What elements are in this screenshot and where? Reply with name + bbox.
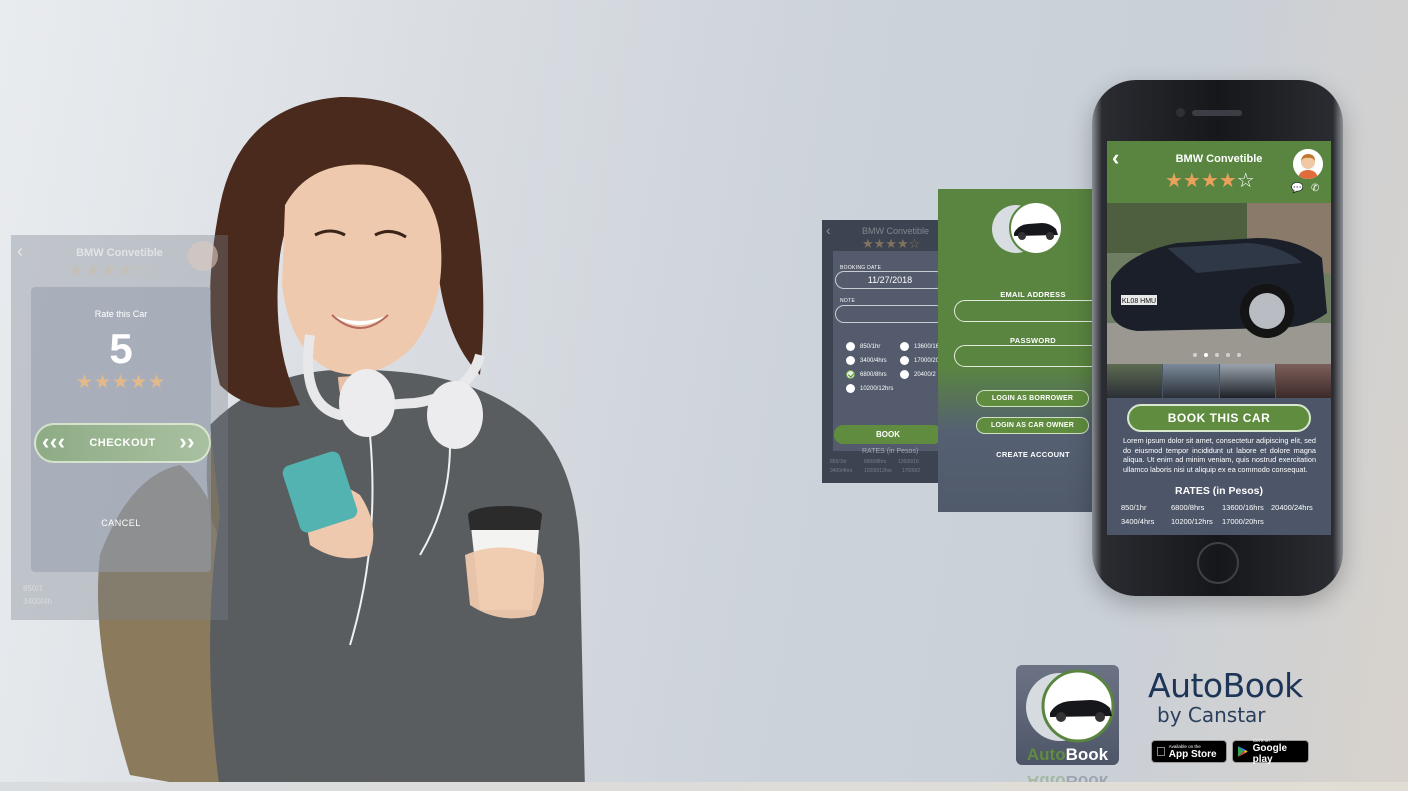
bottom-band: [0, 782, 1408, 791]
avatar: [188, 241, 218, 271]
ghost-rate-text: 17000/2: [902, 468, 921, 474]
star-empty-icon: ☆: [1236, 170, 1255, 192]
radio-button[interactable]: [846, 384, 855, 393]
rates-title: RATES (in Pesos): [1175, 485, 1263, 497]
rate-value: 6800/8hrs: [1171, 503, 1205, 512]
thumbnail[interactable]: [1163, 364, 1219, 398]
cancel-button[interactable]: CANCEL: [31, 518, 211, 528]
rate-screen-stars: ★★★★☆: [69, 261, 151, 280]
apple-icon: : [1156, 744, 1166, 759]
ghost-rate-text: 6800/8hrs: [864, 459, 887, 465]
carousel-dot[interactable]: [1226, 353, 1230, 357]
rate-dialog-title: Rate this Car: [94, 309, 148, 319]
rate-option[interactable]: 850/1hr: [846, 342, 880, 351]
ghost-rate-text: 10200/12hrs: [864, 468, 892, 474]
carousel-dot[interactable]: [1237, 353, 1241, 357]
rate-option[interactable]: 17000/20: [900, 356, 939, 365]
radio-button[interactable]: [900, 370, 909, 379]
rate-dialog: Rate this Car 5 ★★★★★ ‹‹‹ CHECKOUT ›› CA…: [31, 287, 211, 572]
star-filled-icon: ★★★★: [1165, 170, 1237, 192]
checkout-label: CHECKOUT: [89, 437, 156, 449]
radio-button[interactable]: [846, 356, 855, 365]
chat-icon[interactable]: 💬: [1291, 183, 1303, 194]
phone-icon[interactable]: ✆: [1311, 183, 1319, 194]
thumbnail[interactable]: [1275, 364, 1331, 398]
google-play-icon: [1237, 746, 1248, 757]
car-description: Lorem ipsum dolor sit amet, consectetur …: [1123, 436, 1316, 474]
back-icon[interactable]: ‹: [826, 222, 831, 238]
thumbnail[interactable]: [1107, 364, 1163, 398]
google-play-badge[interactable]: Get it on Google play: [1232, 738, 1309, 765]
rate-value: 3400/4hrs: [1121, 517, 1155, 526]
rates-label: RATES (in Pesos): [862, 448, 919, 455]
booking-form: BOOKING DATE 11/27/2018 NOTE 850/1hr 340…: [833, 251, 942, 451]
rate-car-screen: ‹ BMW Convetible ★★★★☆ Rate this Car 5 ★…: [11, 235, 228, 620]
booking-date-field[interactable]: 11/27/2018: [835, 271, 942, 289]
ghost-rate-text: 13600/16: [898, 459, 919, 465]
ghost-rate-text: 850/1: [23, 584, 44, 593]
login-borrower-button[interactable]: LOGIN AS BORROWER: [976, 390, 1089, 407]
note-label: NOTE: [840, 298, 856, 304]
autobook-app-icon: AutoBook: [1016, 665, 1119, 765]
rate-option[interactable]: 10200/12hrs: [846, 384, 893, 393]
radio-button[interactable]: [900, 356, 909, 365]
owner-avatar[interactable]: [1293, 149, 1323, 179]
email-field[interactable]: [954, 300, 1094, 322]
rate-option[interactable]: 3400/4hrs: [846, 356, 887, 365]
app-store-badge[interactable]:  Available on theApp Store: [1151, 740, 1227, 763]
home-button[interactable]: [1197, 542, 1239, 584]
rate-value: 13600/16hrs: [1222, 503, 1264, 512]
email-label: EMAIL ADDRESS: [1000, 290, 1066, 299]
thumbnail[interactable]: [1219, 364, 1275, 398]
carousel-dot[interactable]: [1193, 353, 1197, 357]
radio-button-checked[interactable]: [846, 370, 855, 379]
rate-value: 17000/20hrs: [1222, 517, 1264, 526]
car-photo[interactable]: KL08 HMU: [1107, 203, 1331, 364]
chevron-left-icon: ‹‹‹: [42, 429, 66, 454]
ghost-rate-text: 850/1hr: [830, 459, 847, 465]
booking-screen: ‹ BMW Convetible ★★★★☆ BOOKING DATE 11/2…: [822, 220, 942, 483]
radio-button[interactable]: [900, 342, 909, 351]
rate-value: 10200/12hrs: [1171, 517, 1213, 526]
autobook-logo: [992, 201, 1063, 255]
phone-device: ‹ BMW Convetible ★★★★☆ 💬 ✆ KL08 HMU BOOK…: [1092, 80, 1343, 596]
photo-thumbnails: [1107, 364, 1331, 398]
create-account-link[interactable]: CREATE ACCOUNT: [938, 450, 1094, 459]
speaker-grille: [1192, 110, 1242, 116]
rate-option[interactable]: 13600/16: [900, 342, 939, 351]
license-plate: KL08 HMU: [1122, 298, 1156, 305]
booking-screen-title: BMW Convetible: [862, 226, 930, 236]
note-field[interactable]: [835, 305, 942, 323]
car-rating-stars: ★★★★☆: [1165, 168, 1255, 193]
password-label: PASSWORD: [1009, 336, 1056, 345]
car-logo-icon: [1026, 669, 1115, 743]
book-this-car-button[interactable]: BOOK THIS CAR: [1127, 404, 1311, 432]
chevron-right-icon: ››: [179, 429, 195, 454]
rate-option[interactable]: 20400/2: [900, 370, 936, 379]
booking-screen-stars: ★★★★☆: [862, 236, 921, 251]
car-detail-screen: ‹ BMW Convetible ★★★★☆ 💬 ✆ KL08 HMU BOOK…: [1107, 141, 1331, 535]
login-screen: EMAIL ADDRESS PASSWORD LOGIN AS BORROWER…: [938, 189, 1094, 512]
rating-value: 5: [109, 325, 133, 372]
camera-icon: [1176, 108, 1185, 117]
checkout-button[interactable]: ‹‹‹ CHECKOUT ››: [34, 423, 211, 463]
app-icon-wordmark: AutoBook: [1026, 745, 1109, 764]
rate-value: 850/1hr: [1121, 503, 1147, 512]
rating-stars[interactable]: ★★★★★: [31, 371, 211, 394]
rate-option-selected[interactable]: 6800/8hrs: [846, 370, 887, 379]
rate-value: 20400/24hrs: [1271, 503, 1313, 512]
carousel-dot[interactable]: [1215, 353, 1219, 357]
carousel-dot[interactable]: [1204, 353, 1208, 357]
ghost-rate-text: 3400/4h: [23, 597, 52, 606]
radio-button[interactable]: [846, 342, 855, 351]
login-owner-button[interactable]: LOGIN AS CAR OWNER: [976, 417, 1089, 434]
password-field[interactable]: [954, 345, 1094, 367]
book-button[interactable]: BOOK: [834, 425, 942, 444]
ghost-rate-text: 3400/4hrs: [830, 468, 853, 474]
company-byline: by Canstar: [1157, 703, 1266, 727]
app-name: AutoBook: [1148, 666, 1303, 705]
